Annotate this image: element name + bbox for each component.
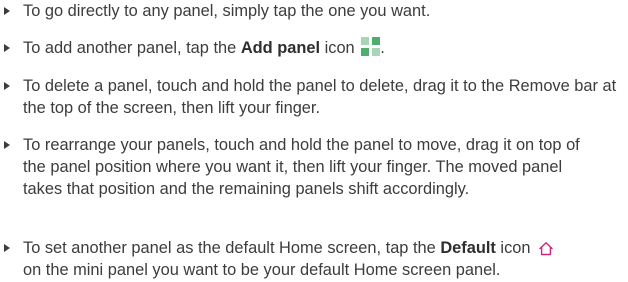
triangle-bullet-icon — [0, 237, 23, 259]
instruction-text-after: icon — [320, 39, 355, 57]
instruction-text: To rearrange your panels, touch and hold… — [23, 136, 580, 198]
instruction-text: To delete a panel, touch and hold the pa… — [23, 77, 617, 117]
add-panel-label: Add panel — [240, 39, 321, 57]
home-icon — [539, 242, 553, 256]
instruction-text-before: To add another panel, tap the — [23, 39, 241, 57]
instruction-text-end: . — [380, 39, 385, 57]
add-panel-icon — [361, 37, 381, 56]
instruction-item-go-to-panel: To go directly to any panel, simply tap … — [0, 0, 620, 22]
triangle-bullet-icon — [0, 75, 23, 97]
instruction-item-delete-panel: To delete a panel, touch and hold the pa… — [0, 75, 620, 119]
instruction-item-set-default: To set another panel as the default Home… — [0, 237, 620, 281]
instruction-text-after: icon — [495, 239, 531, 257]
instruction-item-rearrange-panels: To rearrange your panels, touch and hold… — [0, 134, 620, 200]
triangle-bullet-icon — [0, 37, 23, 59]
instruction-text: To go directly to any panel, simply tap … — [23, 2, 431, 20]
default-label: Default — [440, 239, 496, 257]
instruction-item-add-panel: To add another panel, tap the Add panel … — [0, 37, 620, 59]
instruction-text: To add another panel, tap the Add panel … — [23, 37, 620, 59]
instruction-text: To set another panel as the default Home… — [23, 237, 620, 281]
triangle-bullet-icon — [0, 134, 23, 156]
instruction-text-before: To set another panel as the default Home… — [23, 239, 441, 257]
triangle-bullet-icon — [0, 0, 23, 22]
instruction-text-end: on the mini panel you want to be your de… — [23, 261, 501, 279]
